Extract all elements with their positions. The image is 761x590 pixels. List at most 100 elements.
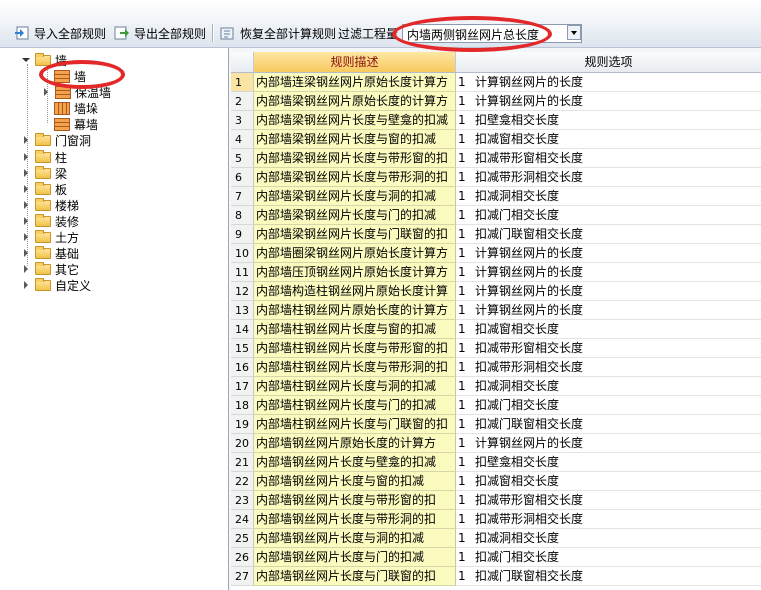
rule-description-cell[interactable]: 内部墙梁钢丝网片长度与门联窗的扣 [254,225,456,244]
rule-value-cell[interactable]: 1 [456,491,472,510]
rule-description-cell[interactable]: 内部墙柱钢丝网片长度与洞的扣减 [254,377,456,396]
table-row[interactable]: 13 内部墙柱钢丝网片原始长度的计算方 1 计算钢丝网片的长度 [231,301,761,320]
table-row[interactable]: 15 内部墙柱钢丝网片长度与带形窗的扣 1 扣减带形窗相交长度 [231,339,761,358]
table-row[interactable]: 24 内部墙钢丝网片长度与带形洞的扣 1 扣减带形洞相交长度 [231,510,761,529]
rule-value-cell[interactable]: 1 [456,434,472,453]
rule-value-cell[interactable]: 1 [456,111,472,130]
rule-description-cell[interactable]: 内部墙柱钢丝网片长度与带形洞的扣 [254,358,456,377]
rule-value-cell[interactable]: 1 [456,453,472,472]
rule-description-cell[interactable]: 内部墙钢丝网片长度与窗的扣减 [254,472,456,491]
rule-option-cell[interactable]: 扣减带形洞相交长度 [472,358,761,377]
expander-closed-icon[interactable] [21,216,31,226]
table-row[interactable]: 18 内部墙柱钢丝网片长度与门的扣减 1 扣减门相交长度 [231,396,761,415]
rule-value-cell[interactable]: 1 [456,548,472,567]
rule-value-cell[interactable]: 1 [456,396,472,415]
rule-option-cell[interactable]: 扣减带形洞相交长度 [472,168,761,187]
rule-option-cell[interactable]: 扣减门相交长度 [472,396,761,415]
rule-value-cell[interactable]: 1 [456,377,472,396]
rule-description-cell[interactable]: 内部墙梁钢丝网片长度与带形窗的扣 [254,149,456,168]
rule-option-cell[interactable]: 扣壁龛相交长度 [472,111,761,130]
table-row[interactable]: 7 内部墙梁钢丝网片长度与洞的扣减 1 扣减洞相交长度 [231,187,761,206]
tree-node-foundation[interactable]: 基础 [21,245,79,261]
rule-option-cell[interactable]: 扣减门联窗相交长度 [472,415,761,434]
tree-node-door-window-opening[interactable]: 门窗洞 [21,132,91,148]
rule-option-cell[interactable]: 扣减带形窗相交长度 [472,339,761,358]
rule-description-cell[interactable]: 内部墙梁钢丝网片长度与门的扣减 [254,206,456,225]
tree-node-custom[interactable]: 自定义 [21,277,91,293]
export-all-rules-button[interactable]: 导出全部规则 [114,23,206,43]
rule-value-cell[interactable]: 1 [456,567,472,586]
filter-dropdown-button[interactable] [567,24,581,43]
table-row[interactable]: 2 内部墙梁钢丝网片原始长度的计算方 1 计算钢丝网片的长度 [231,92,761,111]
rule-description-cell[interactable]: 内部墙梁钢丝网片长度与窗的扣减 [254,130,456,149]
rule-value-cell[interactable]: 1 [456,282,472,301]
table-row[interactable]: 27 内部墙钢丝网片长度与门联窗的扣 1 扣减门联窗相交长度 [231,567,761,586]
expander-closed-icon[interactable] [21,168,31,178]
rule-value-cell[interactable]: 1 [456,225,472,244]
rule-option-cell[interactable]: 计算钢丝网片的长度 [472,263,761,282]
rule-option-cell[interactable]: 扣减门联窗相交长度 [472,567,761,586]
tree-node-other[interactable]: 其它 [21,261,79,277]
table-row[interactable]: 25 内部墙钢丝网片长度与洞的扣减 1 扣减洞相交长度 [231,529,761,548]
table-row[interactable]: 14 内部墙柱钢丝网片长度与窗的扣减 1 扣减窗相交长度 [231,320,761,339]
rule-option-cell[interactable]: 计算钢丝网片的长度 [472,282,761,301]
expander-closed-icon[interactable] [21,152,31,162]
rule-value-cell[interactable]: 1 [456,149,472,168]
expander-closed-icon[interactable] [21,135,31,145]
rule-description-cell[interactable]: 内部墙柱钢丝网片长度与门的扣减 [254,396,456,415]
table-row[interactable]: 10 内部墙圈梁钢丝网片原始长度计算方 1 计算钢丝网片的长度 [231,244,761,263]
table-row[interactable]: 16 内部墙柱钢丝网片长度与带形洞的扣 1 扣减带形洞相交长度 [231,358,761,377]
rule-option-cell[interactable]: 扣减窗相交长度 [472,130,761,149]
expander-closed-icon[interactable] [21,184,31,194]
restore-all-rules-button[interactable]: 恢复全部计算规则 [220,23,336,43]
expander-open-icon[interactable] [21,55,31,65]
tree-node-beam[interactable]: 梁 [21,165,67,181]
rule-description-cell[interactable]: 内部墙钢丝网片长度与洞的扣减 [254,529,456,548]
tree-node-pilaster[interactable]: 墙垛 [54,100,98,116]
rule-option-cell[interactable]: 计算钢丝网片的长度 [472,73,761,92]
rule-value-cell[interactable]: 1 [456,263,472,282]
table-row[interactable]: 22 内部墙钢丝网片长度与窗的扣减 1 扣减窗相交长度 [231,472,761,491]
import-all-rules-button[interactable]: 导入全部规则 [14,23,106,43]
rule-option-cell[interactable]: 计算钢丝网片的长度 [472,244,761,263]
rule-option-cell[interactable]: 扣减带形窗相交长度 [472,491,761,510]
rule-description-cell[interactable]: 内部墙柱钢丝网片原始长度的计算方 [254,301,456,320]
rule-option-cell[interactable]: 扣壁龛相交长度 [472,453,761,472]
rule-description-cell[interactable]: 内部墙梁钢丝网片原始长度的计算方 [254,92,456,111]
tree-node-curtain-wall[interactable]: 幕墙 [54,116,98,132]
rule-option-cell[interactable]: 扣减门相交长度 [472,548,761,567]
rule-value-cell[interactable]: 1 [456,244,472,263]
rule-description-cell[interactable]: 内部墙钢丝网片长度与带形洞的扣 [254,510,456,529]
rule-value-cell[interactable]: 1 [456,168,472,187]
rule-value-cell[interactable]: 1 [456,130,472,149]
rule-description-cell[interactable]: 内部墙构造柱钢丝网片原始长度计算 [254,282,456,301]
rule-description-cell[interactable]: 内部墙梁钢丝网片长度与带形洞的扣 [254,168,456,187]
table-row[interactable]: 19 内部墙柱钢丝网片长度与门联窗的扣 1 扣减门联窗相交长度 [231,415,761,434]
table-row[interactable]: 6 内部墙梁钢丝网片长度与带形洞的扣 1 扣减带形洞相交长度 [231,168,761,187]
expander-closed-icon[interactable] [21,232,31,242]
rule-description-cell[interactable]: 内部墙钢丝网片长度与带形窗的扣 [254,491,456,510]
table-row[interactable]: 11 内部墙压顶钢丝网片原始长度计算方 1 计算钢丝网片的长度 [231,263,761,282]
table-row[interactable]: 8 内部墙梁钢丝网片长度与门的扣减 1 扣减门相交长度 [231,206,761,225]
rule-option-cell[interactable]: 计算钢丝网片的长度 [472,92,761,111]
table-row[interactable]: 5 内部墙梁钢丝网片长度与带形窗的扣 1 扣减带形窗相交长度 [231,149,761,168]
rule-value-cell[interactable]: 1 [456,415,472,434]
expander-closed-icon[interactable] [21,264,31,274]
rule-value-cell[interactable]: 1 [456,339,472,358]
table-row[interactable]: 9 内部墙梁钢丝网片长度与门联窗的扣 1 扣减门联窗相交长度 [231,225,761,244]
rule-option-cell[interactable]: 扣减带形窗相交长度 [472,149,761,168]
expander-closed-icon[interactable] [21,200,31,210]
tree-node-decoration[interactable]: 装修 [21,213,79,229]
table-row[interactable]: 17 内部墙柱钢丝网片长度与洞的扣减 1 扣减洞相交长度 [231,377,761,396]
table-row[interactable]: 3 内部墙梁钢丝网片长度与壁龛的扣减 1 扣壁龛相交长度 [231,111,761,130]
rule-description-cell[interactable]: 内部墙钢丝网片长度与门联窗的扣 [254,567,456,586]
table-row[interactable]: 12 内部墙构造柱钢丝网片原始长度计算 1 计算钢丝网片的长度 [231,282,761,301]
rule-description-cell[interactable]: 内部墙圈梁钢丝网片原始长度计算方 [254,244,456,263]
rule-option-cell[interactable]: 扣减窗相交长度 [472,320,761,339]
table-row[interactable]: 20 内部墙钢丝网片原始长度的计算方 1 计算钢丝网片的长度 [231,434,761,453]
rule-description-cell[interactable]: 内部墙柱钢丝网片长度与带形窗的扣 [254,339,456,358]
table-row[interactable]: 4 内部墙梁钢丝网片长度与窗的扣减 1 扣减窗相交长度 [231,130,761,149]
table-row[interactable]: 21 内部墙钢丝网片长度与壁龛的扣减 1 扣壁龛相交长度 [231,453,761,472]
rule-description-cell[interactable]: 内部墙连梁钢丝网片原始长度计算方 [254,73,456,92]
rule-option-cell[interactable]: 计算钢丝网片的长度 [472,434,761,453]
